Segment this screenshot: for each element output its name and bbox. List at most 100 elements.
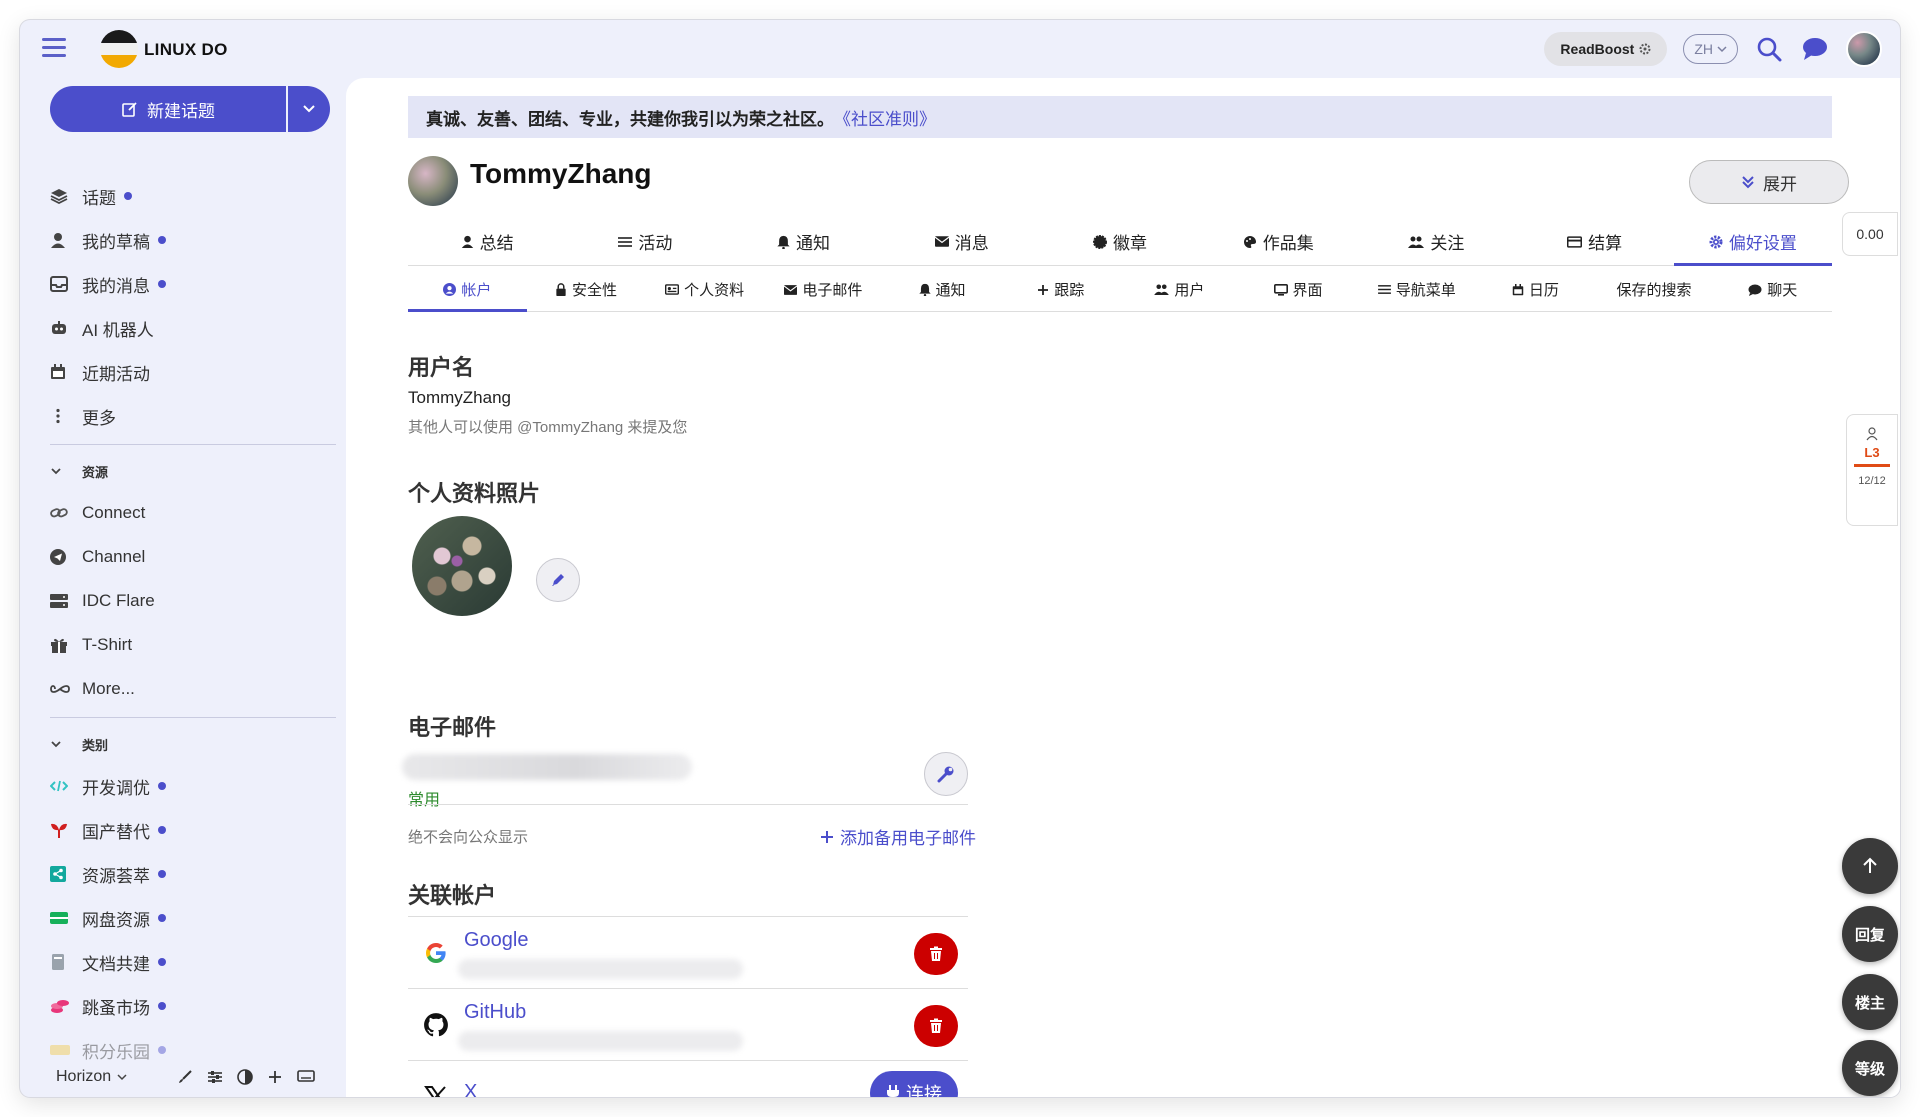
- theme-selector[interactable]: Horizon: [56, 1068, 127, 1086]
- delete-account-button[interactable]: [914, 933, 958, 975]
- edit-photo-button[interactable]: [536, 558, 580, 602]
- add-secondary-email-link[interactable]: 添加备用电子邮件: [820, 824, 976, 849]
- scroll-top-button[interactable]: [1842, 838, 1898, 894]
- robot-icon: [50, 320, 76, 336]
- subtab-chat[interactable]: 聊天: [1713, 268, 1832, 311]
- email-value-redacted: [402, 754, 692, 780]
- reply-fab-button[interactable]: 回复: [1842, 906, 1898, 962]
- sidebar-item-messages[interactable]: 我的消息: [50, 262, 330, 306]
- chevron-down-icon: [50, 737, 76, 752]
- level-fab-button[interactable]: 等级: [1842, 1040, 1898, 1096]
- search-icon[interactable]: [1754, 34, 1784, 64]
- calendar-icon: [1512, 283, 1524, 295]
- section-header-categories[interactable]: 类别: [50, 724, 330, 764]
- delete-account-button[interactable]: [914, 1005, 958, 1047]
- subtab-email[interactable]: 电子邮件: [764, 268, 883, 311]
- new-topic-button[interactable]: 新建话题: [50, 86, 286, 132]
- more-vertical-icon: [50, 408, 76, 424]
- sidebar-item-recent-activity[interactable]: 近期活动: [50, 350, 330, 394]
- tab-label: 作品集: [1262, 234, 1314, 253]
- subtab-notifications[interactable]: 通知: [883, 268, 1002, 311]
- section-title: 类别: [82, 737, 109, 753]
- subtab-account[interactable]: 帐户: [408, 268, 527, 312]
- share-icon: [50, 866, 76, 882]
- level-label: L3: [1864, 445, 1880, 460]
- section-header-resources[interactable]: 资源: [50, 451, 330, 491]
- sidebar-category-points[interactable]: 积分乐园: [50, 1028, 330, 1072]
- account-name[interactable]: Google: [464, 929, 529, 952]
- unread-dot: [158, 914, 166, 922]
- sidebar-item-more-resources[interactable]: More...: [50, 667, 330, 711]
- bell-icon: [918, 283, 931, 296]
- sidebar-category-domestic[interactable]: 国产替代: [50, 808, 330, 852]
- tab-portfolio[interactable]: 作品集: [1199, 218, 1357, 265]
- tab-follow[interactable]: 关注: [1357, 218, 1515, 265]
- sidebar-category-docs[interactable]: 文档共建: [50, 940, 330, 984]
- sliders-icon[interactable]: [207, 1069, 223, 1085]
- account-name[interactable]: GitHub: [464, 1001, 526, 1024]
- sidebar-item-label: 开发调优: [82, 778, 150, 798]
- tab-preferences[interactable]: 偏好设置: [1673, 218, 1833, 266]
- sprout-icon: [50, 822, 76, 838]
- subtab-security[interactable]: 安全性: [527, 268, 646, 311]
- op-fab-button[interactable]: 楼主: [1842, 974, 1898, 1030]
- sidebar-item-channel[interactable]: Channel: [50, 535, 330, 579]
- tab-activity[interactable]: 活动: [566, 218, 724, 265]
- sidebar-item-ai-bot[interactable]: AI 机器人: [50, 306, 330, 350]
- sidebar-item-drafts[interactable]: 我的草稿: [50, 218, 330, 262]
- subtab-label: 保存的搜索: [1616, 282, 1692, 299]
- subtab-label: 帐户: [461, 282, 492, 299]
- sidebar-category-dev[interactable]: 开发调优: [50, 764, 330, 808]
- list-icon: [618, 236, 633, 247]
- subtab-users[interactable]: 用户: [1120, 268, 1239, 311]
- sidebar-category-flea[interactable]: 跳蚤市场: [50, 984, 330, 1028]
- expand-button[interactable]: 展开: [1689, 160, 1849, 204]
- sidebar-item-more[interactable]: 更多: [50, 394, 330, 438]
- tab-notifications[interactable]: 通知: [724, 218, 882, 265]
- subtab-interface[interactable]: 界面: [1239, 268, 1358, 311]
- subtab-saved-searches[interactable]: 保存的搜索: [1595, 268, 1714, 311]
- sidebar-item-topics[interactable]: 话题: [50, 174, 330, 218]
- subtab-profile[interactable]: 个人资料: [645, 268, 764, 311]
- sidebar-divider: [50, 717, 336, 718]
- sidebar-item-tshirt[interactable]: T-Shirt: [50, 623, 330, 667]
- email-settings-button[interactable]: [924, 752, 968, 796]
- new-topic-dropdown[interactable]: [288, 86, 330, 132]
- sidebar-item-label: 近期活动: [82, 364, 150, 384]
- guidelines-link[interactable]: 《社区准则》: [834, 105, 936, 130]
- sidebar-item-label: T-Shirt: [82, 635, 133, 654]
- brush-icon[interactable]: [177, 1069, 193, 1085]
- keyboard-icon[interactable]: [297, 1069, 315, 1083]
- sidebar-item-idc-flare[interactable]: IDC Flare: [50, 579, 330, 623]
- user-level-card[interactable]: L3 12/12: [1846, 414, 1898, 526]
- connect-account-button[interactable]: 连接: [870, 1071, 958, 1097]
- tab-messages[interactable]: 消息: [883, 218, 1041, 265]
- tab-badges[interactable]: 徽章: [1041, 218, 1199, 265]
- chat-icon[interactable]: [1800, 34, 1830, 64]
- subtab-tracking[interactable]: 跟踪: [1001, 268, 1120, 311]
- sidebar-category-netdisk[interactable]: 网盘资源: [50, 896, 330, 940]
- tab-label: 活动: [638, 234, 673, 253]
- tab-billing[interactable]: 结算: [1516, 218, 1674, 265]
- plus-icon[interactable]: [267, 1069, 283, 1085]
- sidebar-category-resources[interactable]: 资源荟萃: [50, 852, 330, 896]
- site-brand[interactable]: LINUX DO: [144, 40, 228, 60]
- contrast-icon[interactable]: [237, 1069, 253, 1085]
- profile-avatar[interactable]: [408, 156, 458, 206]
- sidebar-item-label: 话题: [82, 188, 116, 208]
- hamburger-menu-icon[interactable]: [42, 38, 66, 58]
- lock-icon: [556, 283, 566, 296]
- site-logo[interactable]: [100, 30, 138, 68]
- readboost-button[interactable]: ReadBoost: [1544, 32, 1668, 66]
- user-avatar[interactable]: [1846, 31, 1882, 67]
- account-detail-redacted: [458, 1031, 743, 1051]
- community-banner: 真诚、友善、团结、专业，共建你我引以为荣之社区。 《社区准则》: [408, 96, 1832, 138]
- tab-summary[interactable]: 总结: [408, 218, 566, 265]
- language-selector[interactable]: ZH: [1683, 34, 1738, 64]
- account-row-github: GitHub: [408, 988, 968, 1060]
- subtab-nav-menu[interactable]: 导航菜单: [1357, 268, 1476, 311]
- subtab-calendar[interactable]: 日历: [1476, 268, 1595, 311]
- account-name[interactable]: X: [464, 1081, 477, 1097]
- sidebar-item-connect[interactable]: Connect: [50, 491, 330, 535]
- subtab-label: 导航菜单: [1395, 282, 1456, 299]
